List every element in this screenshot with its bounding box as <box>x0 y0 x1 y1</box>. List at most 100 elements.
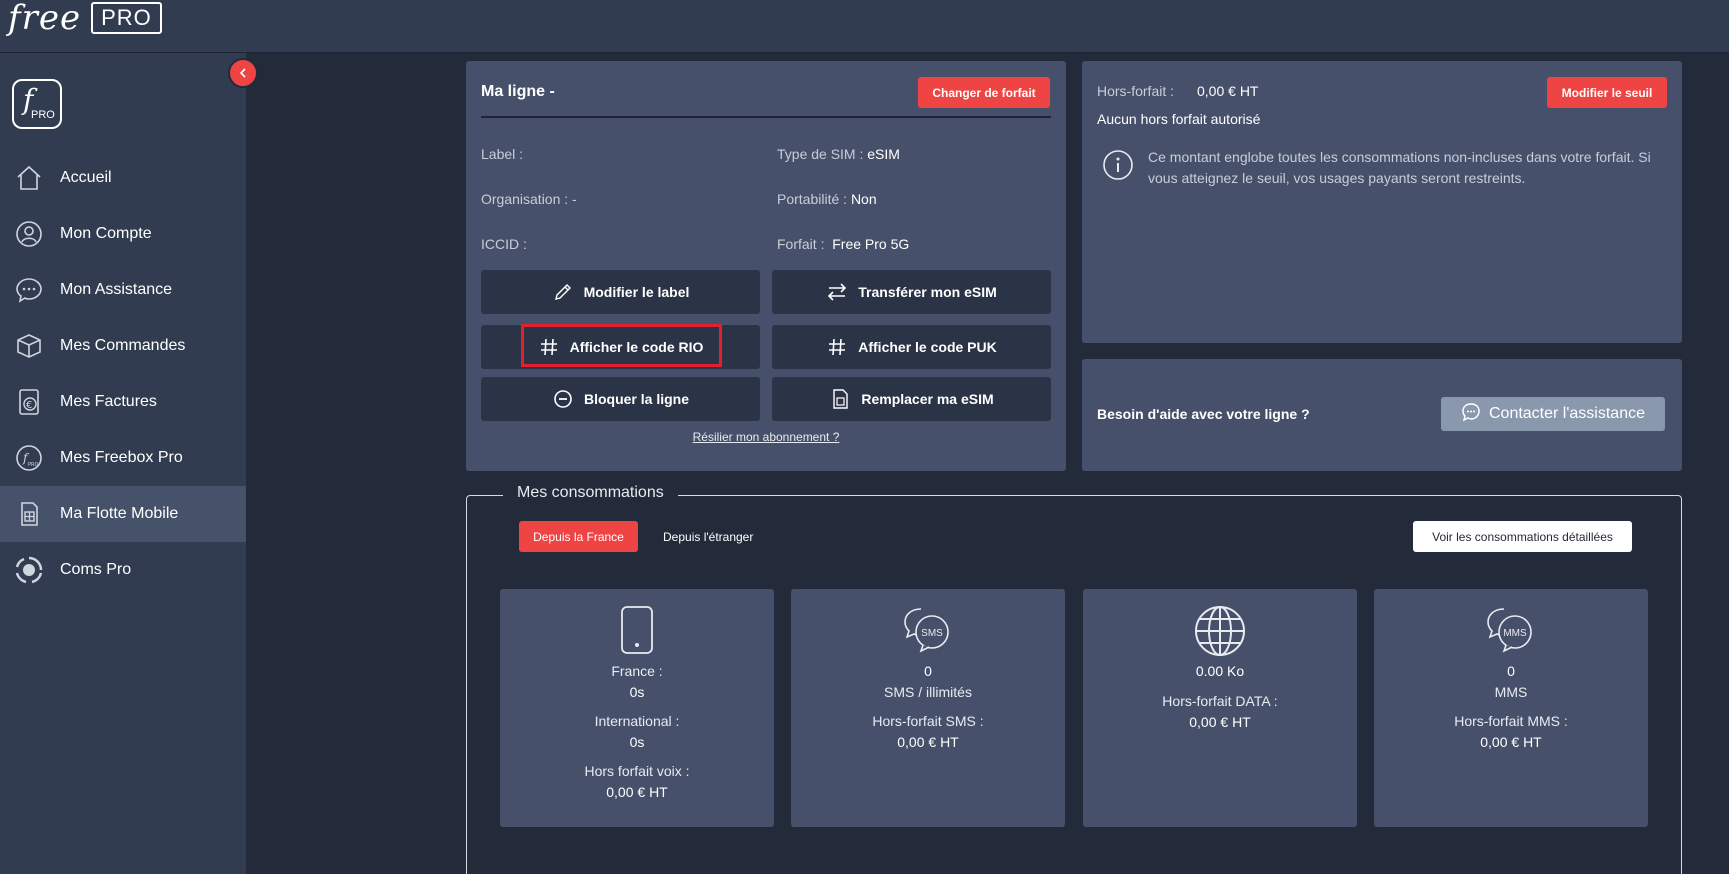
voice-france-label: France : <box>611 663 663 679</box>
brand-free-text: free <box>8 0 82 38</box>
line-title: Ma ligne - <box>481 83 555 100</box>
overage-info-text: Ce montant englobe toutes les consommati… <box>1148 149 1651 186</box>
portability-key: Portabilité : <box>777 191 848 207</box>
change-plan-button[interactable]: Changer de forfait <box>918 77 1050 108</box>
top-bar: free PRO <box>0 0 1729 53</box>
sidebar-item-label: Accueil <box>60 169 112 186</box>
sms-overage-label: Hors-forfait SMS : <box>872 713 984 729</box>
box-icon <box>14 331 44 361</box>
phone-icon <box>500 605 774 659</box>
voice-intl-value: 0s <box>629 734 645 750</box>
sms-overage-value: 0,00 € HT <box>897 734 959 750</box>
svg-text:€: € <box>26 400 32 411</box>
chat-icon <box>14 275 44 305</box>
block-line-button[interactable]: Bloquer la ligne <box>481 377 760 421</box>
mms-card: MMS 0 MMS Hors-forfait MMS : 0,00 € HT <box>1374 589 1648 827</box>
hash-icon <box>826 336 848 358</box>
data-overage-value: 0,00 € HT <box>1189 714 1251 730</box>
help-panel: Besoin d'aide avec votre ligne ? Contact… <box>1082 359 1682 471</box>
sidebar-item-mes-factures[interactable]: € Mes Factures <box>0 374 246 430</box>
pencil-icon <box>552 281 574 303</box>
divider <box>481 116 1051 118</box>
logo-text: PRO <box>31 109 55 121</box>
show-rio-button[interactable]: Afficher le code RIO <box>481 324 760 369</box>
edit-label-text: Modifier le label <box>583 284 690 300</box>
chevron-left-icon <box>239 68 246 78</box>
edit-label-button[interactable]: Modifier le label <box>481 270 760 314</box>
collapse-sidebar-button[interactable] <box>228 58 258 88</box>
show-puk-button[interactable]: Afficher le code PUK <box>772 325 1051 369</box>
transfer-esim-button[interactable]: Transférer mon eSIM <box>772 270 1051 314</box>
help-text: Besoin d'aide avec votre ligne ? <box>1097 406 1310 422</box>
sms-label: SMS / illimités <box>884 684 972 700</box>
mms-overage-value: 0,00 € HT <box>1480 734 1542 750</box>
overage-status: Aucun hors forfait autorisé <box>1097 111 1261 127</box>
chat-bubble-icon <box>1461 402 1481 427</box>
brand-pro-badge: PRO <box>91 2 162 34</box>
sim-card-icon <box>829 388 851 410</box>
sidebar-item-label: Ma Flotte Mobile <box>60 505 179 522</box>
mms-label: MMS <box>1494 684 1528 700</box>
sidebar-item-mes-commandes[interactable]: Mes Commandes <box>0 318 246 374</box>
contact-support-text: Contacter l'assistance <box>1488 405 1645 422</box>
svg-text:PRO: PRO <box>28 462 38 468</box>
sidebar-item-label: Coms Pro <box>60 561 132 578</box>
organisation-field: Organisation : - <box>481 191 577 207</box>
sidebar-item-accueil[interactable]: Accueil <box>0 150 246 206</box>
voice-card: France : 0s International : 0s Hors forf… <box>500 589 774 827</box>
sidebar-item-ma-flotte-mobile[interactable]: Ma Flotte Mobile <box>0 486 246 542</box>
cancel-subscription-link[interactable]: Résilier mon abonnement ? <box>466 430 1066 444</box>
consumption-section: Mes consommations Depuis la France Depui… <box>466 484 1682 874</box>
sim-icon <box>14 499 44 529</box>
detailed-consumption-button[interactable]: Voir les consommations détaillées <box>1413 521 1632 552</box>
transfer-esim-text: Transférer mon eSIM <box>858 284 997 300</box>
sidebar-item-mon-assistance[interactable]: Mon Assistance <box>0 262 246 318</box>
block-line-text: Bloquer la ligne <box>583 391 689 407</box>
sidebar-item-label: Mes Factures <box>60 393 157 410</box>
sidebar-item-mon-compte[interactable]: Mon Compte <box>0 206 246 262</box>
sim-type-value: eSIM <box>867 146 900 162</box>
voice-overage-label: Hors forfait voix : <box>584 763 690 779</box>
sms-bubble-icon: SMS <box>791 605 1065 659</box>
replace-esim-text: Remplacer ma eSIM <box>861 391 994 407</box>
overage-label: Hors-forfait : <box>1097 83 1175 99</box>
tab-from-france[interactable]: Depuis la France <box>519 521 638 552</box>
voice-france-value: 0s <box>629 684 645 700</box>
sidebar-item-label: Mon Assistance <box>60 281 173 298</box>
info-icon <box>1102 149 1134 181</box>
label-field: Label : <box>481 146 524 162</box>
portability-value: Non <box>850 191 877 207</box>
tab-from-abroad[interactable]: Depuis l'étranger <box>663 521 753 552</box>
iccid-field: ICCID : <box>481 236 527 252</box>
sidebar-item-label: Mon Compte <box>60 225 152 242</box>
data-card: 0.00 Ko Hors-forfait DATA : 0,00 € HT <box>1083 589 1357 827</box>
line-panel: Ma ligne - Changer de forfait Label : Or… <box>466 61 1066 471</box>
replace-esim-button[interactable]: Remplacer ma eSIM <box>772 377 1051 421</box>
user-icon <box>14 219 44 249</box>
sidebar-item-label: Mes Commandes <box>60 337 186 354</box>
brand-logo[interactable]: free PRO <box>8 0 162 36</box>
data-overage-label: Hors-forfait DATA : <box>1162 693 1278 709</box>
voice-overage-value: 0,00 € HT <box>606 784 668 800</box>
data-amount: 0.00 Ko <box>1195 663 1245 679</box>
overage-panel: Hors-forfait : 0,00 € HT Aucun hors forf… <box>1082 61 1682 343</box>
freepro-logo-icon: f PRO <box>12 79 62 129</box>
plan-value: Free Pro 5G <box>832 236 910 252</box>
overage-value: 0,00 € HT <box>1197 83 1259 99</box>
mms-overage-label: Hors-forfait MMS : <box>1454 713 1568 729</box>
transfer-arrows-icon <box>826 281 848 303</box>
block-icon <box>552 388 574 410</box>
show-rio-text: Afficher le code RIO <box>569 339 704 355</box>
sms-card: SMS 0 SMS / illimités Hors-forfait SMS :… <box>791 589 1065 827</box>
sms-badge: SMS <box>921 628 943 639</box>
mms-badge: MMS <box>1503 628 1527 639</box>
sidebar-item-mes-freebox-pro[interactable]: f PRO Mes Freebox Pro <box>0 430 246 486</box>
sms-count: 0 <box>924 663 932 679</box>
mms-bubble-icon: MMS <box>1374 605 1648 659</box>
plan-key: Forfait : <box>777 236 825 252</box>
coms-icon <box>14 555 44 585</box>
hash-icon <box>538 336 560 358</box>
modify-threshold-button[interactable]: Modifier le seuil <box>1547 77 1667 108</box>
sidebar-item-coms-pro[interactable]: Coms Pro <box>0 542 246 598</box>
contact-support-button[interactable]: Contacter l'assistance <box>1441 397 1665 431</box>
